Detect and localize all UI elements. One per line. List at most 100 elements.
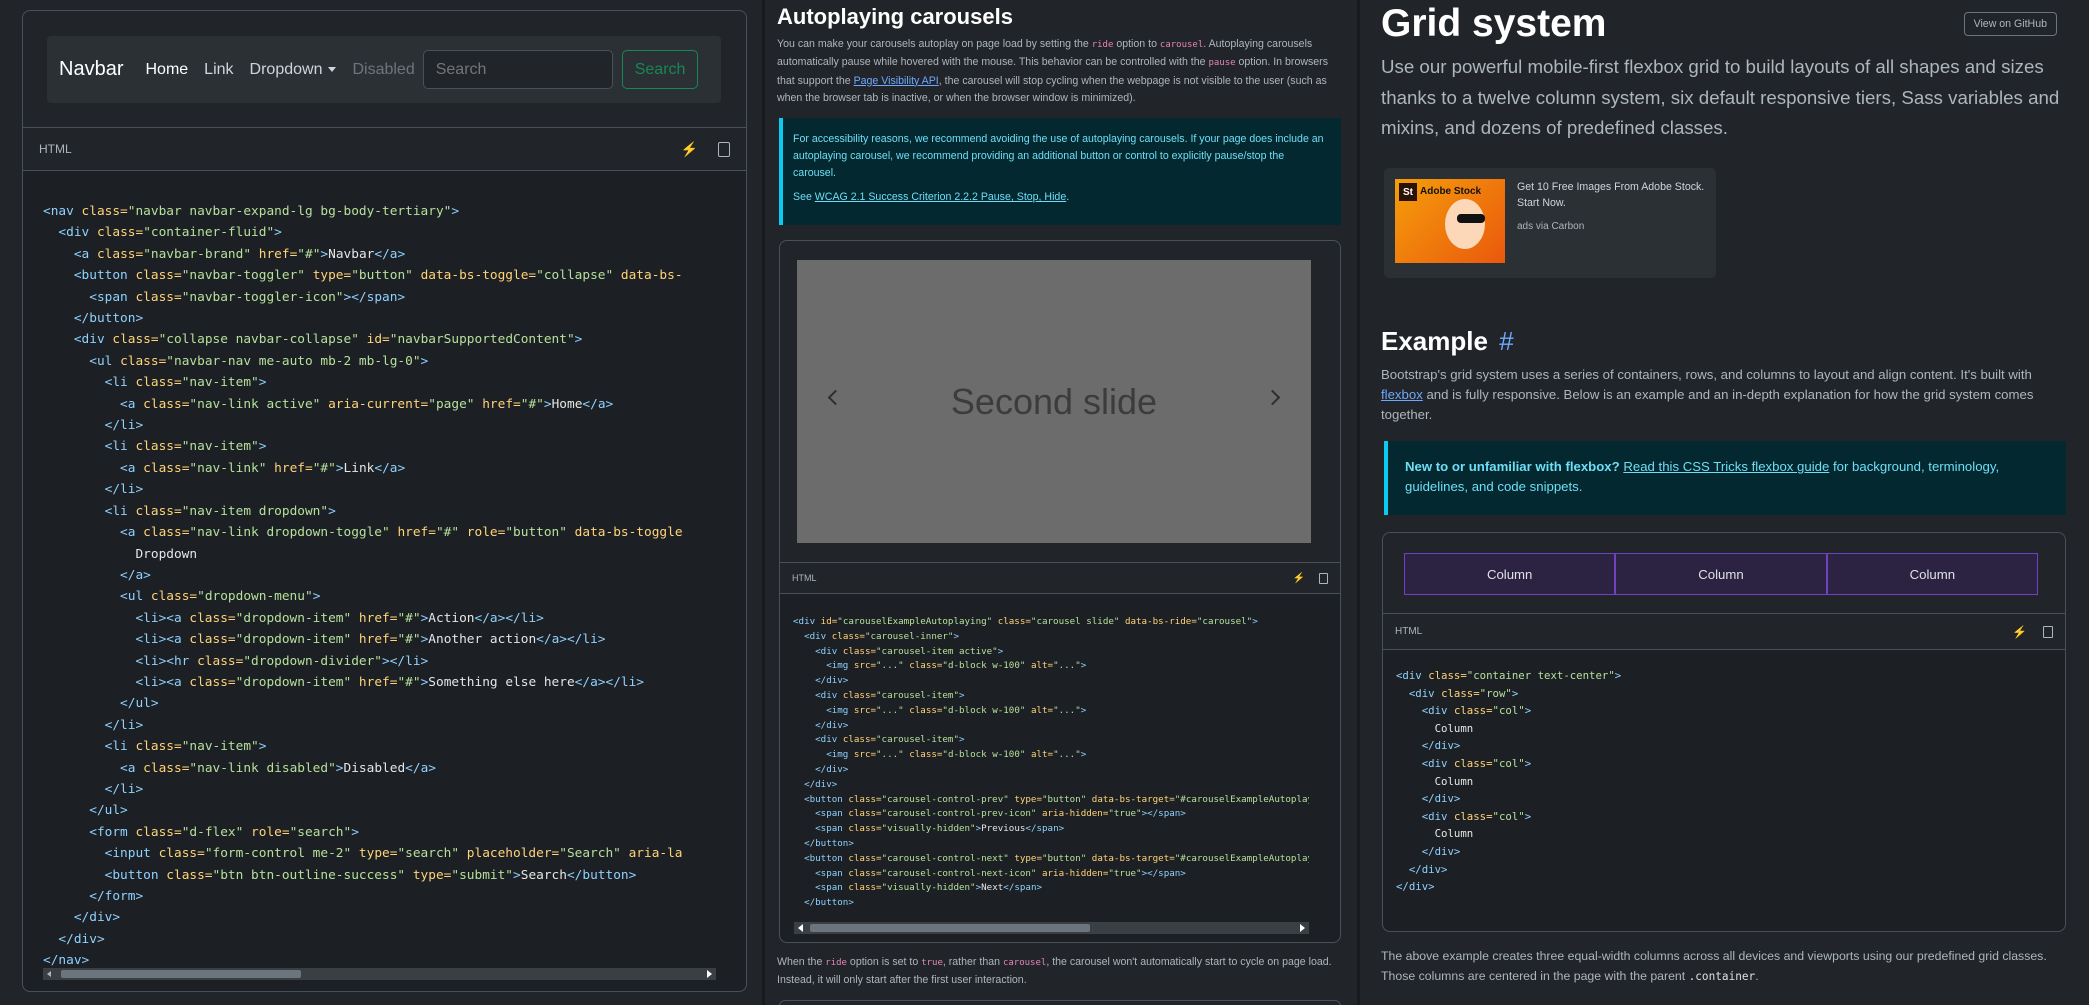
ad-text[interactable]: Get 10 Free Images From Adobe Stock. Sta… [1517,179,1707,211]
code-token: class= [848,867,882,879]
clipboard-icon[interactable] [2043,625,2053,638]
nav-link-disabled: Disabled [352,60,415,78]
code-token: > [997,645,1004,657]
code-token: "carousel-item" [876,689,959,701]
code-token: </span> [1025,823,1065,835]
code-line: <button class="btn btn-outline-success" … [43,865,715,886]
code-block[interactable]: <div id="carouselExampleAutoplaying" cla… [780,594,1340,942]
code-token: "submit" [451,867,514,883]
code-line: <span class="visually-hidden">Previous</… [793,822,1309,837]
anchor-link[interactable]: # [1499,326,1513,356]
page-title: Grid system [1381,2,1607,45]
code-token: class= [842,734,877,746]
navbar-brand[interactable]: Navbar [59,58,123,81]
navbar-search-button[interactable]: Search [621,50,699,89]
code-token: <img [826,704,854,716]
scroll-left-icon[interactable] [47,971,51,977]
code-token: > [1080,704,1087,716]
code-line: <ul class="navbar-nav me-auto mb-2 mb-lg… [43,351,715,372]
code-token: > [959,734,965,746]
code-token: <img [826,660,854,672]
code-token: "search" [289,824,352,840]
nav-dropdown-label: Dropdown [249,60,323,78]
ad-via-carbon[interactable]: ads via Carbon [1517,221,1584,232]
code-token: </div> [815,719,849,731]
carousel[interactable]: Second slide [797,260,1311,543]
scroll-right-icon[interactable] [707,970,712,978]
code-line: <div class="carousel-item"> [793,689,1309,704]
code-token: "dropdown-item" [235,632,359,648]
code-token: href= [358,610,398,626]
code-token: <div [815,689,843,701]
nav-link-home[interactable]: Home [145,61,188,79]
horizontal-scrollbar[interactable] [43,968,716,980]
code-token: class= [81,204,128,219]
wcag-link[interactable]: WCAG 2.1 Success Criterion 2.2.2 Pause, … [815,191,1066,203]
carbon-ad[interactable]: St Adobe Stock Get 10 Free Images From A… [1384,168,1716,278]
code-token: > [1524,809,1532,823]
code-token: "button" [1041,793,1092,805]
code-token: <div [793,616,821,627]
code-token: > [513,867,521,883]
code-token: role= [466,525,506,541]
code-block[interactable]: <nav class="navbar navbar-expand-lg bg-b… [23,171,746,991]
code-line: <li class="nav-item"> [43,736,715,757]
code-token: </div> [1396,880,1435,894]
nav-dropdown-toggle[interactable]: Dropdown [250,61,337,79]
inline-link[interactable]: Page Visibility API [854,75,939,87]
inline-link[interactable]: flexbox [1381,387,1423,402]
code-line: <a class="navbar-brand" href="#">Navbar<… [43,244,715,265]
code-token: > [274,225,282,241]
code-token: </span> [1003,882,1043,894]
code-token: class= [1441,686,1480,700]
code-block[interactable]: <div class="container text-center"> <div… [1383,650,2065,931]
view-on-github-button[interactable]: View on GitHub [1963,12,2057,36]
clipboard-icon[interactable] [718,141,730,157]
code-token: "dropdown-menu" [197,589,313,605]
lightning-icon[interactable]: ⚡ [681,141,698,158]
code-line: Column [1396,825,1621,843]
navbar-search-input[interactable] [422,50,613,89]
scrollbar-thumb[interactable] [810,924,1090,932]
code-token: "navbar-nav me-auto mb-2 mb-lg-0" [166,353,421,369]
horizontal-scrollbar[interactable] [794,922,1309,934]
code-token: > [1080,660,1087,672]
code-header: HTML ⚡ [780,563,1340,593]
code-line: <span class="visually-hidden">Next</span… [793,881,1309,896]
code-token: "button" [1041,852,1092,864]
ad-image[interactable]: St Adobe Stock [1395,179,1505,263]
scrollbar-thumb[interactable] [61,970,301,978]
css-tricks-link[interactable]: Read this CSS Tricks flexbox guide [1623,459,1829,474]
example-heading-text: Example [1381,326,1488,356]
code-token: type= [1014,852,1042,864]
code-line: </form> [43,886,715,907]
grid-explanation-paragraph: The above example creates three equal-wi… [1381,946,2071,987]
code-token: class= [997,616,1031,627]
code-line: <li><a class="dropdown-item" href="#">So… [43,672,715,693]
code-token: data-bs-toggle= [420,268,537,284]
code-token: "col" [1492,809,1525,823]
code-token: class= [909,660,943,672]
code-line: <div class="carousel-item"> [793,733,1309,748]
code-token: alt= [1030,749,1054,761]
lightning-icon[interactable]: ⚡ [2012,625,2027,639]
clipboard-icon[interactable] [1319,572,1328,584]
nav-link-link[interactable]: Link [204,61,233,79]
scroll-right-icon[interactable] [1300,924,1305,932]
code-line: <button class="carousel-control-prev" ty… [793,793,1309,808]
scroll-left-icon[interactable] [798,924,803,932]
code-token: type= [412,867,452,883]
code-token: "carousel-control-prev-icon" [881,808,1042,820]
code-token: "collapse navbar-collapse" [158,332,367,348]
code-token: <button [104,867,167,883]
lightning-icon[interactable]: ⚡ [1293,573,1305,584]
